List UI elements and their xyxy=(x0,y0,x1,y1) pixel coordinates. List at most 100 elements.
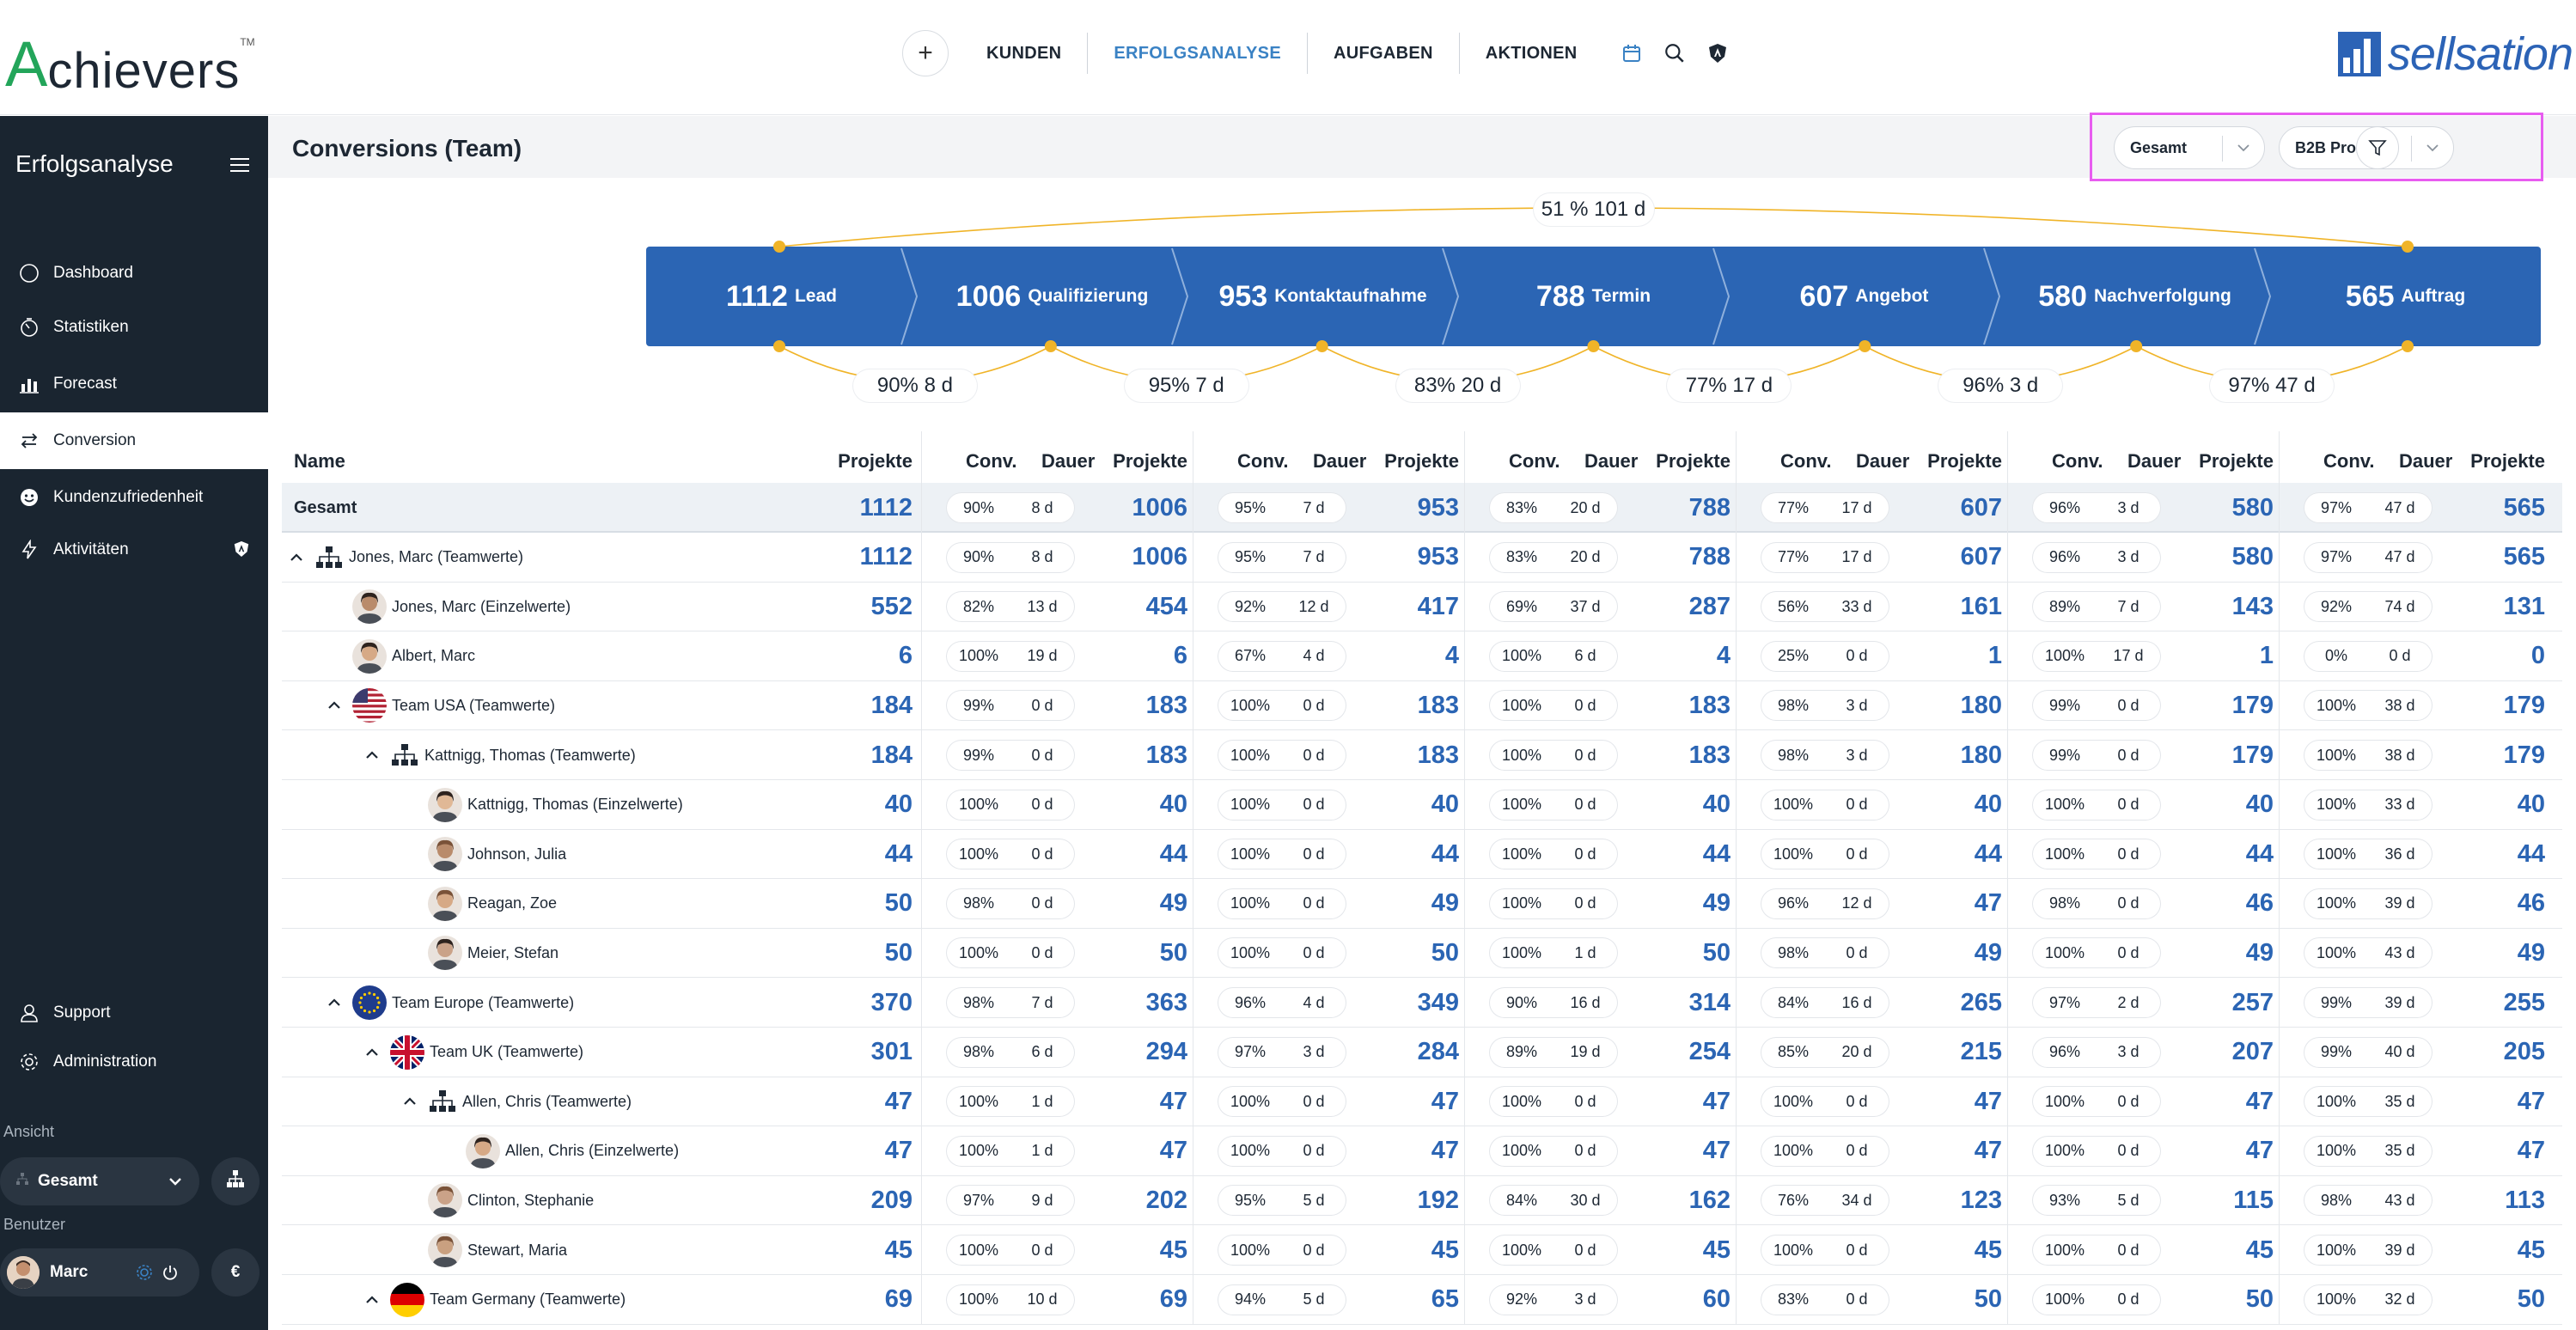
power-icon[interactable] xyxy=(162,1264,179,1286)
funnel-stage[interactable]: 565 Auftrag xyxy=(2270,247,2541,346)
sidebar-item-forecast[interactable]: Forecast xyxy=(0,356,268,412)
sidebar-item-statistiken[interactable]: Statistiken xyxy=(0,299,268,356)
funnel-stage[interactable]: 788 Termin xyxy=(1458,247,1729,346)
projekte-value: 49 xyxy=(1974,938,2002,967)
conversion-pill: 89% 7 d xyxy=(2033,592,2160,622)
projekte-value: 184 xyxy=(870,691,913,719)
table-row[interactable]: Team USA (Teamwerte) 184 99% 0 d 183 100% 0 d1… xyxy=(282,680,2562,731)
projekte-value: 50 xyxy=(2517,1285,2545,1314)
conv-value: 100% xyxy=(1230,1092,1271,1110)
sidebar-item-conversion[interactable]: Conversion xyxy=(0,412,268,469)
funnel-stage[interactable]: 580 Nachverfolgung xyxy=(1999,247,2270,346)
collapse-caret-icon[interactable] xyxy=(399,1090,421,1113)
table-row[interactable]: Clinton, Stephanie 209 97% 9 d 202 95% 5 d 192 8… xyxy=(282,1175,2562,1226)
main-content: Conversions (Team) Gesamt B2B Prozess 11… xyxy=(268,113,2576,1330)
dauer-value: 0 d xyxy=(1846,796,1868,814)
conversion-pill: 100% 0 d xyxy=(1761,839,1889,869)
conversion-pill: 100% 0 d xyxy=(1218,691,1346,721)
dauer-value: 7 d xyxy=(1303,548,1325,566)
table-row[interactable]: Reagan, Zoe 50 98% 0 d 49 100% 0 d 49 100% 0 d 49 9… xyxy=(282,879,2562,929)
projekte-value: 580 xyxy=(2231,493,2274,522)
page-title: Conversions (Team) xyxy=(292,135,522,162)
top-bar: A chievers TM + KUNDEN ERFOLGSANALYSE AU… xyxy=(0,0,2576,115)
table-row[interactable]: Stewart, Maria 45 100% 0 d 45 100% 0 d 45 100% 0 … xyxy=(282,1225,2562,1275)
sidebar-item-aktivitaeten[interactable]: Aktivitäten xyxy=(0,522,268,578)
conv-value: 100% xyxy=(2316,894,2357,912)
conversion-pill: 100% 0 d xyxy=(2033,938,2160,968)
projekte-value: 1 xyxy=(2259,642,2274,670)
sidebar-item-kundenzufriedenheit[interactable]: Kundenzufriedenheit xyxy=(0,469,268,526)
table-row[interactable]: Allen, Chris (Teamwerte) 47 100% 1 d 47 100% 0… xyxy=(282,1077,2562,1127)
collapse-caret-icon[interactable] xyxy=(361,1041,383,1064)
scope-select[interactable]: Gesamt xyxy=(2114,126,2265,169)
column-header-name: Name xyxy=(294,450,345,472)
table-row[interactable]: Jones, Marc (Einzelwerte) 552 82% 13 d 454 92… xyxy=(282,582,2562,632)
collapse-caret-icon[interactable] xyxy=(361,744,383,766)
filter-button[interactable] xyxy=(2356,126,2399,169)
projekte-value: 183 xyxy=(1688,741,1731,769)
projekte-value: 44 xyxy=(884,839,913,868)
dauer-value: 0 d xyxy=(1303,894,1325,912)
table-row[interactable]: Kattnigg, Thomas (Teamwerte) 184 99% 0 d 183… xyxy=(282,730,2562,780)
projekte-value: 47 xyxy=(2245,1137,2274,1165)
funnel-stage[interactable]: 1006 Qualifizierung xyxy=(917,247,1187,346)
achievers-logo[interactable]: A chievers TM xyxy=(5,19,255,96)
uk-flag-icon xyxy=(390,1034,424,1070)
sidebar-item-administration[interactable]: Administration xyxy=(0,1034,268,1090)
conversion-pill: 92% 3 d xyxy=(1490,1284,1617,1315)
nav-kunden[interactable]: KUNDEN xyxy=(961,33,1089,74)
hierarchy-button[interactable] xyxy=(211,1157,259,1205)
dauer-value: 3 d xyxy=(2117,498,2140,516)
sellsation-logo: sellsation xyxy=(2337,27,2573,81)
add-button[interactable]: + xyxy=(902,30,949,76)
search-icon[interactable] xyxy=(1660,39,1689,68)
row-name-cell: Team Germany (Teamwerte) xyxy=(361,1275,626,1325)
table-row[interactable]: Kattnigg, Thomas (Einzelwerte) 40 100% 0 d 4… xyxy=(282,780,2562,830)
conv-value: 100% xyxy=(2316,1142,2357,1160)
funnel-stage[interactable]: 953 Kontaktaufnahme xyxy=(1187,247,1458,346)
table-row[interactable]: Meier, Stefan 50 100% 0 d 50 100% 0 d 50 100% 1 d… xyxy=(282,928,2562,979)
avatar xyxy=(428,886,462,921)
conversion-pill: 97% 9 d xyxy=(947,1186,1074,1216)
dauer-value: 10 d xyxy=(1027,1290,1058,1309)
ansicht-select[interactable]: Gesamt xyxy=(0,1157,199,1205)
conv-value: 100% xyxy=(1501,746,1542,764)
stage-count: 580 xyxy=(2038,279,2087,313)
settings-icon[interactable] xyxy=(136,1264,153,1286)
nav-aufgaben[interactable]: AUFGABEN xyxy=(1308,33,1460,74)
shield-icon[interactable] xyxy=(1703,39,1732,68)
conversion-pill: 100% 0 d xyxy=(1761,1235,1889,1265)
table-row[interactable]: Team Germany (Teamwerte) 69 100% 10 d 69 94% 5… xyxy=(282,1275,2562,1325)
bar-chart-icon xyxy=(17,372,41,396)
table-row[interactable]: Allen, Chris (Einzelwerte) 47 100% 1 d 47 100… xyxy=(282,1126,2562,1176)
projekte-value: 40 xyxy=(1974,790,2002,819)
projekte-value: 179 xyxy=(2231,691,2274,719)
conv-value: 90% xyxy=(962,548,995,566)
nav-aktionen[interactable]: AKTIONEN xyxy=(1460,33,1603,74)
total-row[interactable]: Gesamt 1112 90% 8 d 1006 95% 7 d 953 83% 20 d 788 7… xyxy=(282,483,2562,533)
table-row[interactable]: Team UK (Teamwerte) 301 98% 6 d 294 97% 3 d 284… xyxy=(282,1028,2562,1077)
dauer-value: 0 d xyxy=(1303,746,1325,764)
user-pill[interactable]: Marc xyxy=(0,1248,199,1296)
funnel-stage[interactable]: 607 Angebot xyxy=(1729,247,1999,346)
collapse-caret-icon[interactable] xyxy=(323,991,345,1014)
nav-erfolgsanalyse[interactable]: ERFOLGSANALYSE xyxy=(1088,33,1308,74)
table-row[interactable]: Jones, Marc (Teamwerte) 1112 90% 8 d 1006 95%… xyxy=(282,533,2562,583)
collapse-caret-icon[interactable] xyxy=(361,1289,383,1311)
menu-icon[interactable] xyxy=(225,152,254,178)
column-separator xyxy=(2279,431,2280,1325)
row-name-cell: Jones, Marc (Teamwerte) xyxy=(285,533,523,583)
conversion-pill: 100% 38 d xyxy=(2304,741,2432,770)
table-row[interactable]: Albert, Marc 6 100% 19 d 6 67% 4 d 4 100% 6 d 4 25%… xyxy=(282,631,2562,681)
table-row[interactable]: Johnson, Julia 44 100% 0 d 44 100% 0 d 44 100% 0 … xyxy=(282,829,2562,880)
conv-value: 90% xyxy=(1505,993,1538,1011)
collapse-caret-icon[interactable] xyxy=(285,546,308,569)
projekte-value: 349 xyxy=(1417,988,1459,1016)
conv-value: 67% xyxy=(1234,647,1267,665)
calendar-icon[interactable] xyxy=(1617,39,1646,68)
funnel-stage[interactable]: 1112 Lead xyxy=(646,247,917,346)
currency-button[interactable]: € xyxy=(211,1248,259,1296)
table-row[interactable]: Team Europe (Teamwerte) 370 98% 7 d 363 96% 4 … xyxy=(282,978,2562,1028)
sidebar-item-dashboard[interactable]: Dashboard xyxy=(0,245,268,302)
collapse-caret-icon[interactable] xyxy=(323,694,345,717)
